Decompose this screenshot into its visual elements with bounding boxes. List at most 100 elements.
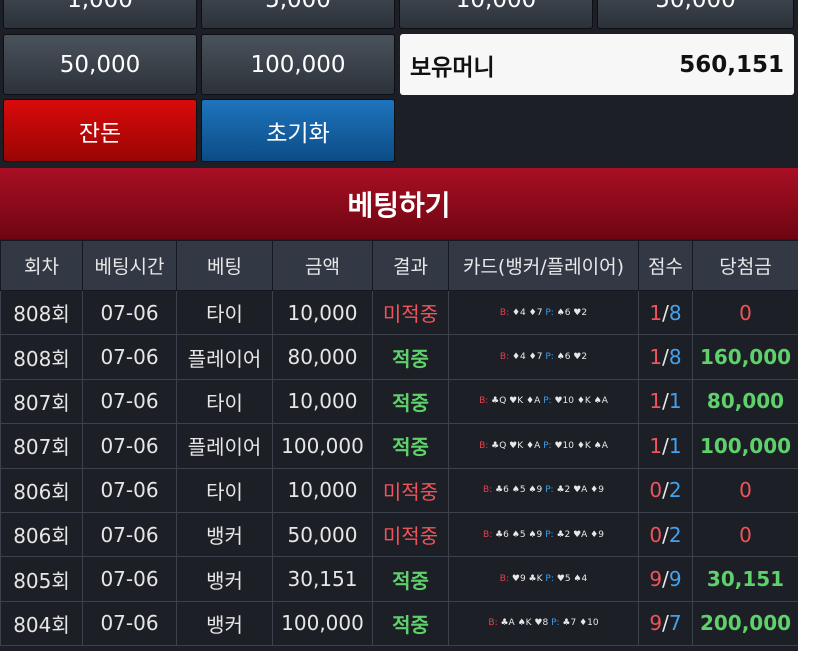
chip-button-50000-top[interactable]: 50,000	[597, 0, 794, 29]
player-score: 7	[668, 611, 682, 636]
round-cell: 806회	[0, 511, 83, 558]
amount-cell: 30,151	[272, 556, 373, 602]
cards-cell: B: ♦4 ♦7 P: ♠6 ♥2	[448, 334, 639, 380]
column-header: 점수	[638, 240, 693, 291]
payout-cell: 0	[692, 511, 798, 558]
time-cell: 07-06	[82, 289, 177, 336]
banker-prefix: B:	[499, 352, 510, 363]
betting-panel: 1,000 5,000 10,000 50,000 50,000 100,000…	[0, 0, 798, 651]
result-cell: 적중	[372, 600, 449, 647]
time-cell: 07-06	[82, 467, 177, 513]
banker-cards: ♣Q ♥K ♦A	[491, 440, 541, 451]
balance-label: 보유머니	[410, 54, 495, 81]
time-cell: 07-06	[82, 378, 177, 425]
score-cell: 1/8	[638, 334, 693, 380]
score-cell: 1/1	[638, 378, 693, 425]
payout-cell: 200,000	[692, 600, 798, 647]
bet-cell: 뱅커	[176, 556, 273, 602]
change-button[interactable]: 잔돈	[3, 99, 197, 162]
amount-cell: 50,000	[272, 511, 373, 558]
round-cell: 807회	[0, 378, 83, 425]
banker-score: 9	[649, 611, 663, 636]
banker-prefix: B:	[499, 574, 510, 585]
table-header-row: 회차 베팅시간 베팅 금액 결과 카드(뱅커/플레이어) 점수 당첨금	[0, 240, 798, 291]
player-cards: ♣2 ♥A ♦9	[556, 485, 604, 496]
banker-prefix: B:	[499, 307, 510, 318]
table-row: 806회 07-06 타이 10,000 미적중 B: ♣6 ♠5 ♠9 P: ♣2 ♥A…	[0, 467, 798, 513]
result-cell: 미적중	[372, 511, 449, 558]
cards-cell: B: ♣Q ♥K ♦A P: ♥10 ♦K ♠A	[448, 378, 639, 425]
payout-cell: 30,151	[692, 556, 798, 602]
amount-cell: 10,000	[272, 378, 373, 425]
reset-button[interactable]: 초기화	[201, 99, 395, 162]
column-header: 회차	[0, 240, 83, 291]
bet-cell: 타이	[176, 289, 273, 336]
amount-cell: 80,000	[272, 334, 373, 380]
table-row: 808회 07-06 플레이어 80,000 적중 B: ♦4 ♦7 P: ♠6 ♥2 1/…	[0, 334, 798, 380]
player-prefix: P:	[545, 307, 554, 318]
score-cell: 9/9	[638, 556, 693, 602]
player-score: 1	[668, 389, 682, 414]
place-bet-label: 베팅하기	[347, 188, 451, 222]
result-cell: 적중	[372, 378, 449, 425]
chip-button-10000[interactable]: 10,000	[399, 0, 593, 29]
banker-score: 0	[649, 478, 663, 503]
score-cell: 1/1	[638, 423, 693, 469]
round-cell: 808회	[0, 334, 83, 380]
cards-cell: B: ♦4 ♦7 P: ♠6 ♥2	[448, 289, 639, 336]
balance-value: 560,151	[679, 51, 784, 78]
table-row: 804회 07-06 뱅커 100,000 적중 B: ♣A ♠K ♥8 P: ♣7 ♦1…	[0, 600, 798, 647]
time-cell: 07-06	[82, 511, 177, 558]
payout-cell: 0	[692, 467, 798, 513]
bet-cell: 타이	[176, 467, 273, 513]
bet-cell: 타이	[176, 378, 273, 425]
result-cell: 적중	[372, 556, 449, 602]
banker-score: 1	[649, 433, 663, 458]
score-cell: 0/2	[638, 467, 693, 513]
column-header: 베팅시간	[82, 240, 177, 291]
bet-cell: 뱅커	[176, 600, 273, 647]
banker-score: 0	[649, 522, 663, 547]
banker-prefix: B:	[479, 440, 489, 451]
column-header: 금액	[272, 240, 373, 291]
amount-cell: 100,000	[272, 423, 373, 469]
player-prefix: P:	[545, 529, 554, 540]
player-prefix: P:	[543, 396, 552, 407]
cards-cell: B: ♣A ♠K ♥8 P: ♣7 ♦10	[448, 600, 639, 647]
table-row: 805회 07-06 뱅커 30,151 적중 B: ♥9 ♣K P: ♥5 ♠4 9/9 3…	[0, 556, 798, 602]
player-cards: ♥10 ♦K ♠A	[554, 396, 608, 407]
column-header: 결과	[372, 240, 449, 291]
chip-button-50000[interactable]: 50,000	[3, 34, 197, 95]
score-cell: 0/2	[638, 511, 693, 558]
round-cell: 804회	[0, 600, 83, 647]
player-prefix: P:	[551, 618, 560, 629]
player-prefix: P:	[545, 352, 554, 363]
banker-prefix: B:	[488, 618, 498, 629]
chip-button-100000[interactable]: 100,000	[201, 34, 395, 95]
player-prefix: P:	[545, 485, 554, 496]
round-cell: 805회	[0, 556, 83, 602]
banker-prefix: B:	[483, 485, 493, 496]
chip-button-1000[interactable]: 1,000	[3, 0, 197, 29]
amount-cell: 100,000	[272, 600, 373, 647]
banker-cards: ♣6 ♠5 ♠9	[495, 529, 543, 540]
cards-cell: B: ♥9 ♣K P: ♥5 ♠4	[448, 556, 639, 602]
player-prefix: P:	[543, 440, 552, 451]
score-cell: 1/8	[638, 289, 693, 336]
result-cell: 적중	[372, 334, 449, 380]
place-bet-button[interactable]: 베팅하기	[0, 168, 798, 239]
round-cell: 806회	[0, 467, 83, 513]
banker-score: 9	[649, 567, 663, 592]
banker-cards: ♥9 ♣K	[511, 574, 543, 585]
banker-cards: ♣A ♠K ♥8	[500, 618, 549, 629]
player-score: 2	[668, 478, 682, 503]
player-cards: ♣7 ♦10	[562, 618, 599, 629]
column-header: 베팅	[176, 240, 273, 291]
bet-cell: 뱅커	[176, 511, 273, 558]
payout-cell: 80,000	[692, 378, 798, 425]
result-cell: 미적중	[372, 467, 449, 513]
cards-cell: B: ♣6 ♠5 ♠9 P: ♣2 ♥A ♦9	[448, 467, 639, 513]
banker-score: 1	[649, 389, 663, 414]
cards-cell: B: ♣Q ♥K ♦A P: ♥10 ♦K ♠A	[448, 423, 639, 469]
chip-button-5000[interactable]: 5,000	[201, 0, 395, 29]
